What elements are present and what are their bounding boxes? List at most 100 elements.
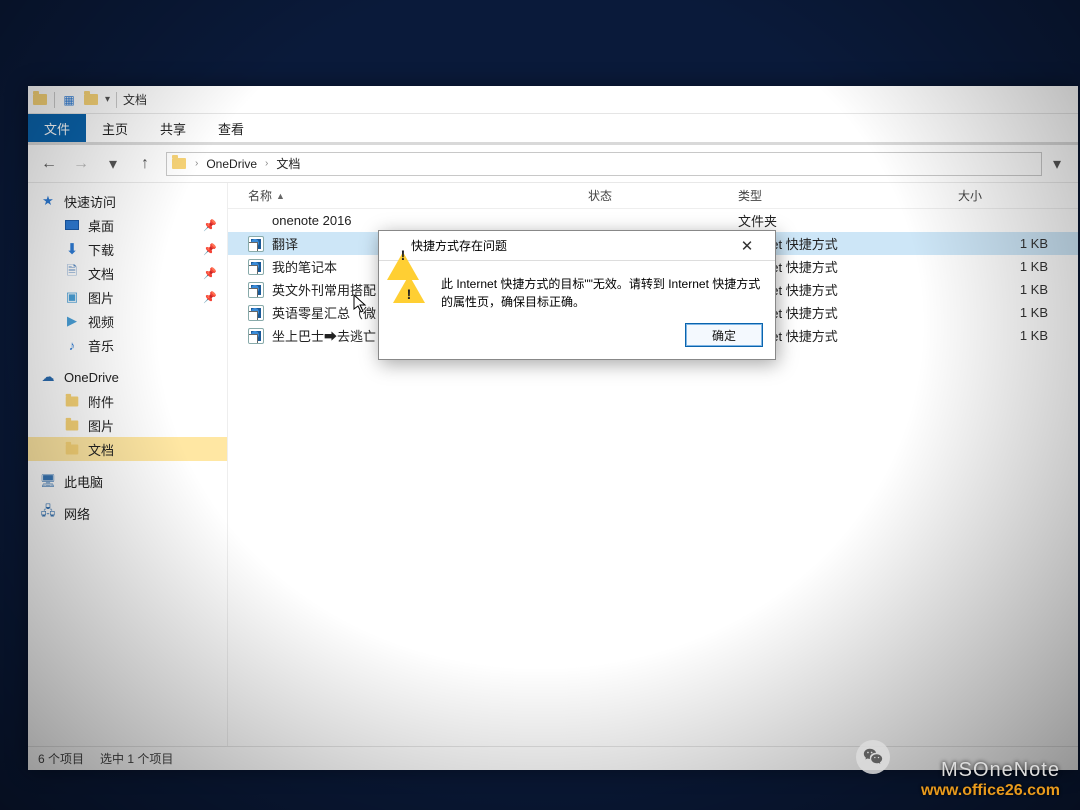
- tab-home[interactable]: 主页: [86, 114, 144, 142]
- watermark-line1: MSOneNote: [921, 759, 1060, 782]
- new-folder-icon[interactable]: [83, 92, 99, 108]
- addr-chevron-icon[interactable]: ▾: [1046, 153, 1068, 175]
- sidebar-label: 快速访问: [64, 192, 116, 211]
- desktop-icon: [64, 217, 80, 233]
- pin-icon: 📌: [203, 267, 217, 280]
- sidebar-this-pc[interactable]: 🖥 此电脑: [28, 469, 227, 493]
- file-size: 1 KB: [958, 328, 1078, 343]
- sidebar-quick-access[interactable]: ★ 快速访问: [28, 189, 227, 213]
- warning-icon: !: [387, 238, 403, 254]
- breadcrumb-current[interactable]: 文档: [276, 155, 300, 172]
- file-name: 我的笔记本: [272, 257, 337, 276]
- sidebar-desktop[interactable]: 桌面 📌: [28, 213, 227, 237]
- window-title: 文档: [123, 91, 147, 108]
- sidebar-label: 文档: [88, 440, 114, 459]
- star-icon: ★: [40, 193, 56, 209]
- sidebar-videos[interactable]: ▶ 视频: [28, 309, 227, 333]
- tab-file[interactable]: 文件: [28, 114, 86, 142]
- sidebar-label: 音乐: [88, 336, 114, 355]
- tab-view[interactable]: 查看: [202, 114, 260, 142]
- tab-share[interactable]: 共享: [144, 114, 202, 142]
- picture-icon: ▣: [64, 289, 80, 305]
- col-type[interactable]: 类型: [738, 187, 958, 204]
- history-chevron-icon[interactable]: ▾: [102, 153, 124, 175]
- file-name: 坐上巴士➡去逃亡: [272, 326, 376, 345]
- dialog-body: ! 此 Internet 快捷方式的目标""无效。请转到 Internet 快捷…: [379, 261, 775, 317]
- wechat-icon: [856, 740, 890, 774]
- folder-icon: [64, 393, 80, 409]
- pc-icon: 🖥: [40, 473, 56, 489]
- up-button[interactable]: ↑: [134, 153, 156, 175]
- sidebar-label: 视频: [88, 312, 114, 331]
- file-row[interactable]: onenote 2016文件夹: [228, 209, 1078, 232]
- sidebar-music[interactable]: ♪ 音乐: [28, 333, 227, 357]
- folder-icon: [171, 156, 187, 172]
- breadcrumb-root[interactable]: OneDrive: [206, 157, 257, 171]
- ribbon-tabs: 文件 主页 共享 查看: [28, 114, 1078, 142]
- file-type: 文件夹: [738, 211, 958, 230]
- address-bar[interactable]: › OneDrive › 文档: [166, 152, 1042, 176]
- sidebar-onedrive[interactable]: ☁ OneDrive: [28, 365, 227, 389]
- sort-asc-icon: ▲: [276, 191, 285, 201]
- sidebar-label: 图片: [88, 416, 114, 435]
- shortcut-icon: [248, 328, 264, 344]
- file-name: 英语零星汇总（微: [272, 303, 376, 322]
- pin-icon: 📌: [203, 219, 217, 232]
- nav-sidebar: ★ 快速访问 桌面 📌 ⬇ 下载 📌 🗎 文档 📌 ▣ 图片 📌: [28, 183, 228, 746]
- sidebar-label: 下载: [88, 240, 114, 259]
- sidebar-label: 附件: [88, 392, 114, 411]
- qat-chevron-icon[interactable]: ▾: [105, 94, 110, 105]
- sidebar-pictures[interactable]: ▣ 图片 📌: [28, 285, 227, 309]
- chevron-right-icon: ›: [193, 158, 200, 169]
- sidebar-label: 文档: [88, 264, 114, 283]
- col-size[interactable]: 大小: [958, 187, 1078, 204]
- network-icon: 🖧: [40, 505, 56, 521]
- forward-button[interactable]: →: [70, 153, 92, 175]
- sidebar-pictures2[interactable]: 图片: [28, 413, 227, 437]
- folder-icon: [64, 417, 80, 433]
- explorer-window: ▦ ▾ 文档 文件 主页 共享 查看 ← → ▾ ↑ › OneDrive › …: [28, 86, 1078, 770]
- file-size: 1 KB: [958, 236, 1078, 251]
- separator: [116, 92, 117, 108]
- properties-icon[interactable]: ▦: [61, 92, 77, 108]
- dialog-close-button[interactable]: ✕: [727, 232, 767, 260]
- status-count: 6 个项目: [38, 750, 84, 767]
- download-icon: ⬇: [64, 241, 80, 257]
- column-headers[interactable]: 名称▲ 状态 类型 大小: [228, 183, 1078, 209]
- sidebar-network[interactable]: 🖧 网络: [28, 501, 227, 525]
- col-name[interactable]: 名称▲: [248, 187, 588, 204]
- sidebar-label: 网络: [64, 504, 90, 523]
- dialog-titlebar[interactable]: ! 快捷方式存在问题 ✕: [379, 231, 775, 261]
- shortcut-icon: [248, 305, 264, 321]
- file-name: 英文外刊常用搭配: [272, 280, 376, 299]
- sidebar-attachments[interactable]: 附件: [28, 389, 227, 413]
- shortcut-icon: [248, 259, 264, 275]
- col-status[interactable]: 状态: [588, 187, 738, 204]
- sidebar-label: 桌面: [88, 216, 114, 235]
- watermark-line2: www.office26.com: [921, 782, 1060, 800]
- sidebar-label: 图片: [88, 288, 114, 307]
- warning-icon: !: [393, 275, 429, 307]
- dialog-message: 此 Internet 快捷方式的目标""无效。请转到 Internet 快捷方式…: [441, 275, 761, 311]
- titlebar: ▦ ▾ 文档: [28, 86, 1078, 114]
- sidebar-label: 此电脑: [64, 472, 103, 491]
- chevron-right-icon: ›: [263, 158, 270, 169]
- back-button[interactable]: ←: [38, 153, 60, 175]
- file-size: 1 KB: [958, 282, 1078, 297]
- dialog-buttons: 确定: [379, 317, 775, 359]
- pin-icon: 📌: [203, 291, 217, 304]
- error-dialog: ! 快捷方式存在问题 ✕ ! 此 Internet 快捷方式的目标""无效。请转…: [378, 230, 776, 360]
- watermark: MSOneNote www.office26.com: [921, 759, 1060, 800]
- pin-icon: 📌: [203, 243, 217, 256]
- sidebar-documents2[interactable]: 文档: [28, 437, 227, 461]
- shortcut-icon: [248, 282, 264, 298]
- folder-icon: [64, 441, 80, 457]
- file-size: 1 KB: [958, 259, 1078, 274]
- file-name: 翻译: [272, 234, 298, 253]
- separator: [54, 92, 55, 108]
- sidebar-downloads[interactable]: ⬇ 下载 📌: [28, 237, 227, 261]
- status-selection: 选中 1 个项目: [100, 750, 173, 767]
- sidebar-documents[interactable]: 🗎 文档 📌: [28, 261, 227, 285]
- music-icon: ♪: [64, 337, 80, 353]
- ok-button[interactable]: 确定: [685, 323, 763, 347]
